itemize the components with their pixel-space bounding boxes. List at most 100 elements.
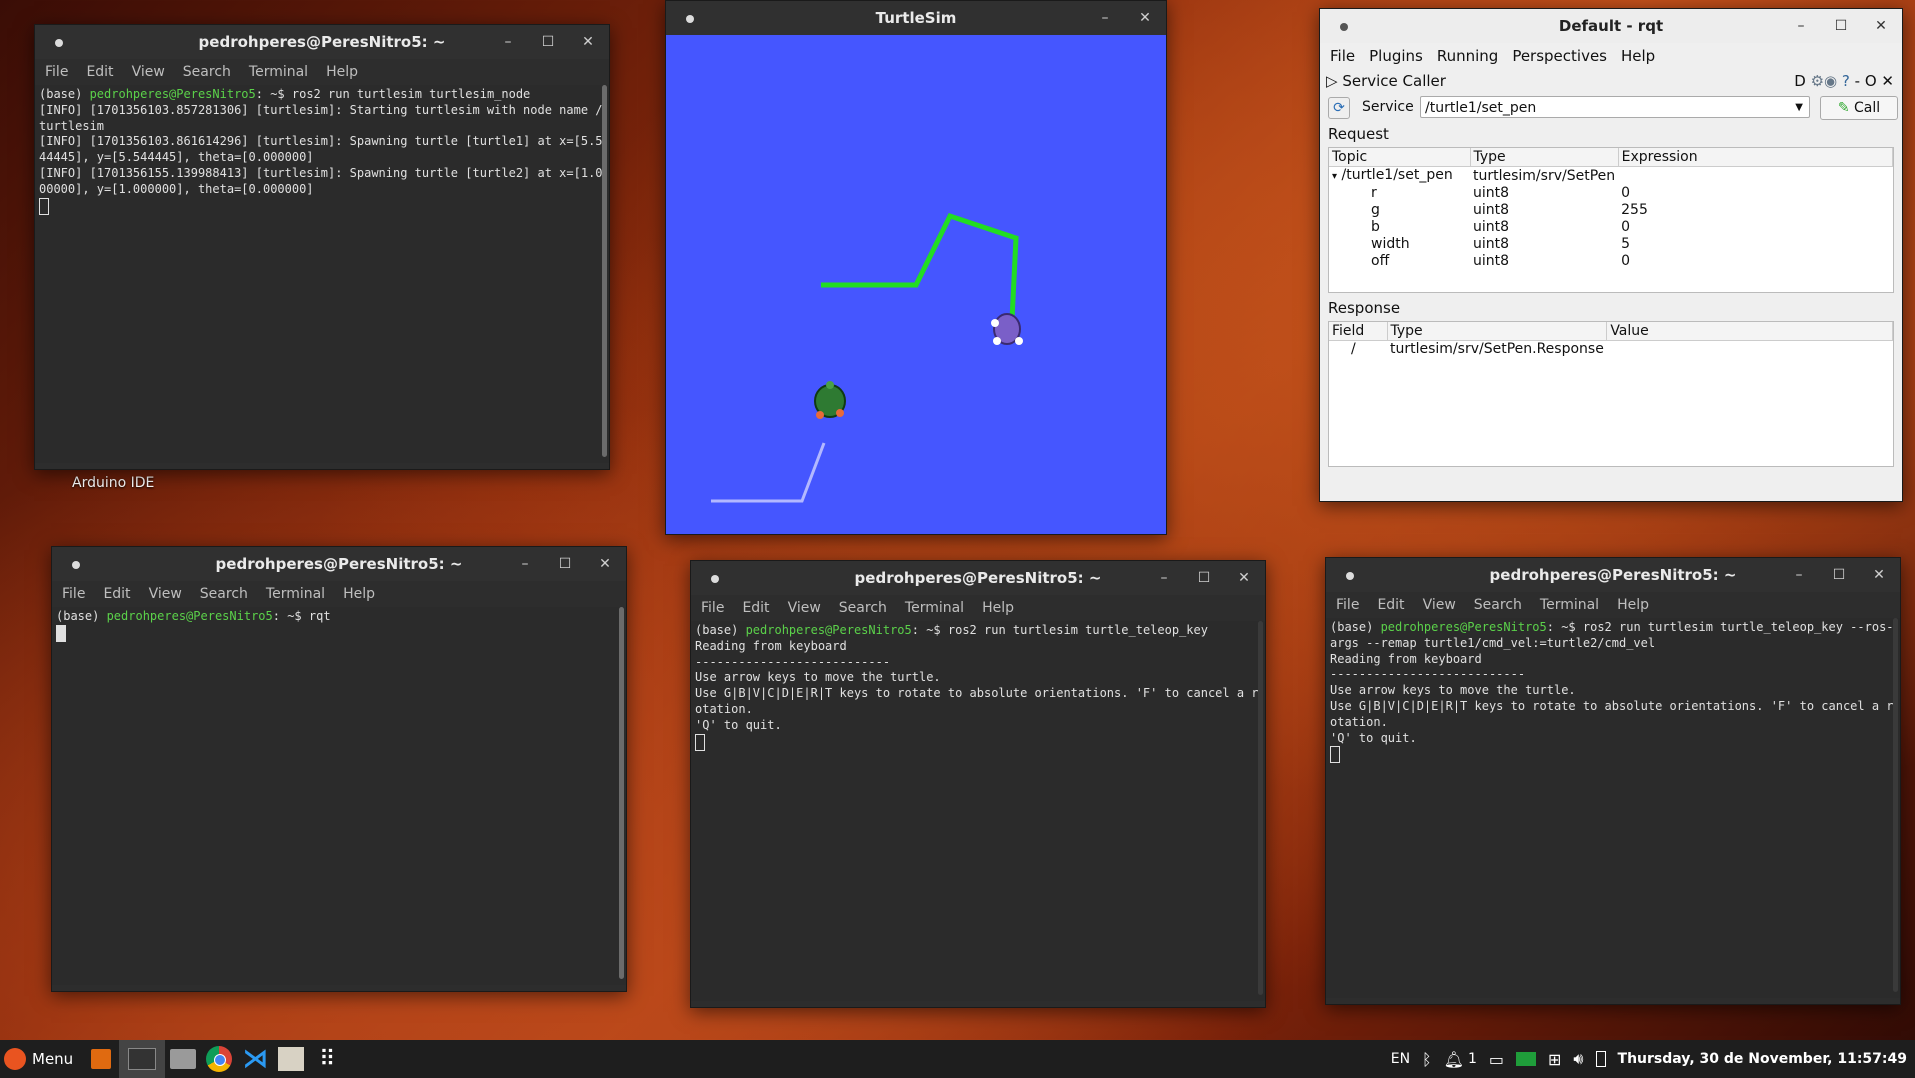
plugin-minimize-icon[interactable]: -: [1855, 72, 1865, 90]
field-expression[interactable]: 0: [1618, 219, 1892, 236]
terminal-output[interactable]: (base) pedrohperes@PeresNitro5: ~$ ros2 …: [691, 621, 1265, 1001]
keyboard-layout-indicator[interactable]: EN: [1391, 1051, 1410, 1067]
request-col-topic[interactable]: Topic: [1329, 148, 1471, 167]
image-viewer-icon[interactable]: [273, 1040, 309, 1078]
table-row[interactable]: r uint8 0: [1329, 185, 1893, 202]
request-root-row[interactable]: ▾ /turtle1/set_pen turtlesim/srv/SetPen: [1329, 167, 1893, 186]
request-tree[interactable]: Topic Type Expression ▾ /turtle1/set_pen…: [1328, 147, 1894, 293]
title-bar[interactable]: pedrohperes@PeresNitro5: ~ – ☐ ✕: [52, 547, 626, 581]
window-menu-dot-icon[interactable]: [55, 39, 63, 47]
menu-file[interactable]: File: [45, 64, 68, 80]
response-tree[interactable]: Field Type Value / turtlesim/srv/SetPen.…: [1328, 321, 1894, 467]
menu-perspectives[interactable]: Perspectives: [1512, 47, 1607, 65]
window-menu-dot-icon[interactable]: [711, 575, 719, 583]
maximize-icon[interactable]: ☐: [1830, 9, 1852, 43]
field-expression[interactable]: 5: [1618, 236, 1892, 253]
window-menu-dot-icon[interactable]: [1346, 572, 1354, 580]
close-icon[interactable]: ✕: [1868, 558, 1890, 592]
menu-terminal[interactable]: Terminal: [1540, 597, 1599, 613]
terminal-window-turtlesim[interactable]: pedrohperes@PeresNitro5: ~ – ☐ ✕ File Edit…: [34, 24, 610, 470]
minimize-icon[interactable]: –: [514, 547, 536, 581]
menu-help[interactable]: Help: [1621, 47, 1655, 65]
request-col-expression[interactable]: Expression: [1618, 148, 1893, 167]
menu-edit[interactable]: Edit: [742, 600, 769, 616]
menu-running[interactable]: Running: [1437, 47, 1498, 65]
show-desktop-icon[interactable]: [83, 1040, 119, 1078]
menu-file[interactable]: File: [1330, 47, 1355, 65]
scrollbar[interactable]: [1893, 618, 1898, 992]
plugin-settings-icon[interactable]: ⚙◉: [1811, 72, 1838, 90]
window-menu-dot-icon[interactable]: [686, 15, 694, 23]
menu-plugins[interactable]: Plugins: [1369, 47, 1423, 65]
menu-file[interactable]: File: [1336, 597, 1359, 613]
request-col-type[interactable]: Type: [1470, 148, 1619, 167]
files-icon[interactable]: [165, 1040, 201, 1078]
field-expression[interactable]: 0: [1618, 185, 1892, 202]
menu-terminal[interactable]: Terminal: [905, 600, 964, 616]
chrome-icon[interactable]: [201, 1040, 237, 1078]
field-expression[interactable]: 255: [1618, 202, 1892, 219]
title-bar[interactable]: pedrohperes@PeresNitro5: ~ – ☐ ✕: [1326, 558, 1900, 592]
minimize-icon[interactable]: –: [1153, 561, 1175, 595]
turtlesim-window[interactable]: TurtleSim – ✕: [665, 0, 1167, 535]
plugin-float-icon[interactable]: O: [1865, 72, 1877, 90]
menu-search[interactable]: Search: [200, 586, 248, 602]
maximize-icon[interactable]: ☐: [1193, 561, 1215, 595]
response-col-field[interactable]: Field: [1329, 322, 1388, 341]
close-icon[interactable]: ✕: [577, 25, 599, 59]
field-expression[interactable]: 0: [1618, 253, 1892, 270]
maximize-icon[interactable]: ☐: [537, 25, 559, 59]
menu-file[interactable]: File: [701, 600, 724, 616]
clock[interactable]: Thursday, 30 de November, 11:57:49: [1618, 1051, 1907, 1067]
notifications-icon[interactable]: 🔔︎: [1444, 1050, 1464, 1069]
menu-search[interactable]: Search: [839, 600, 887, 616]
table-row[interactable]: / turtlesim/srv/SetPen.Response: [1329, 341, 1893, 359]
plugin-close-icon[interactable]: ✕: [1881, 72, 1894, 90]
start-menu-button[interactable]: Menu: [0, 1040, 83, 1078]
menu-search[interactable]: Search: [183, 64, 231, 80]
title-bar[interactable]: pedrohperes@PeresNitro5: ~ – ☐ ✕: [691, 561, 1265, 595]
plugin-help-icon[interactable]: ?: [1842, 72, 1850, 90]
scrollbar[interactable]: [602, 85, 607, 457]
flag-icon[interactable]: [1516, 1052, 1537, 1066]
menu-search[interactable]: Search: [1474, 597, 1522, 613]
response-col-value[interactable]: Value: [1606, 322, 1893, 341]
title-bar[interactable]: Default - rqt – ☐ ✕: [1320, 9, 1902, 43]
window-menu-dot-icon[interactable]: [72, 561, 80, 569]
close-icon[interactable]: ✕: [1870, 9, 1892, 43]
expand-arrow-icon[interactable]: ▾: [1332, 171, 1337, 182]
scrollbar[interactable]: [1258, 621, 1263, 995]
maximize-icon[interactable]: ☐: [554, 547, 576, 581]
minimize-icon[interactable]: –: [1788, 558, 1810, 592]
terminal-window-teleop-turtle2[interactable]: pedrohperes@PeresNitro5: ~ – ☐ ✕ File Edit…: [1325, 557, 1901, 1005]
minimize-icon[interactable]: –: [1790, 9, 1812, 43]
minimize-icon[interactable]: –: [497, 25, 519, 59]
display-icon[interactable]: ▭: [1489, 1050, 1504, 1069]
close-icon[interactable]: ✕: [594, 547, 616, 581]
refresh-icon[interactable]: ⟳: [1328, 97, 1350, 119]
terminal-window-rqt[interactable]: pedrohperes@PeresNitro5: ~ – ☐ ✕ File Edit…: [51, 546, 627, 992]
maximize-icon[interactable]: ☐: [1828, 558, 1850, 592]
vscode-icon[interactable]: ⋊: [237, 1040, 273, 1078]
menu-terminal[interactable]: Terminal: [249, 64, 308, 80]
collapse-triangle-icon[interactable]: ▷: [1326, 72, 1338, 90]
menu-view[interactable]: View: [132, 64, 165, 80]
menu-view[interactable]: View: [788, 600, 821, 616]
table-row[interactable]: g uint8 255: [1329, 202, 1893, 219]
terminal-output[interactable]: (base) pedrohperes@PeresNitro5: ~$ ros2 …: [1326, 618, 1900, 998]
menu-edit[interactable]: Edit: [103, 586, 130, 602]
minimize-icon[interactable]: –: [1094, 1, 1116, 35]
scrollbar[interactable]: [619, 607, 624, 979]
bluetooth-icon[interactable]: ᛒ: [1422, 1050, 1432, 1069]
title-bar[interactable]: TurtleSim – ✕: [666, 1, 1166, 35]
battery-icon[interactable]: [1595, 1051, 1606, 1067]
menu-help[interactable]: Help: [326, 64, 358, 80]
menu-help[interactable]: Help: [982, 600, 1014, 616]
menu-view[interactable]: View: [1423, 597, 1456, 613]
title-bar[interactable]: pedrohperes@PeresNitro5: ~ – ☐ ✕: [35, 25, 609, 59]
volume-icon[interactable]: 🔊︎: [1573, 1049, 1583, 1069]
menu-file[interactable]: File: [62, 586, 85, 602]
window-menu-dot-icon[interactable]: [1340, 23, 1348, 31]
service-combobox[interactable]: /turtle1/set_pen ▼: [1420, 96, 1810, 118]
menu-edit[interactable]: Edit: [86, 64, 113, 80]
